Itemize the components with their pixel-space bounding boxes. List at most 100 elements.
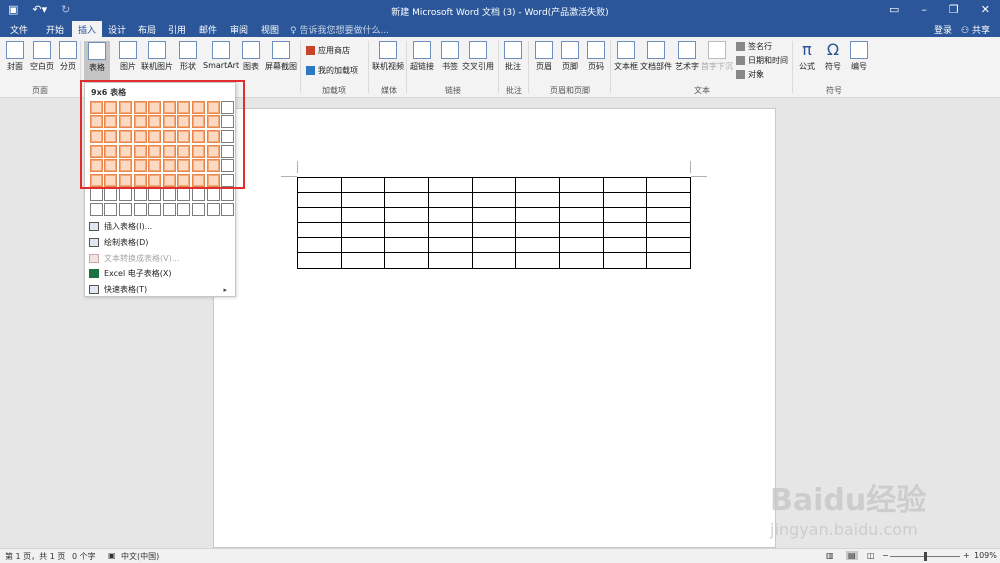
table-cell[interactable] [602, 192, 648, 209]
zoom-in-button[interactable]: + [963, 551, 970, 560]
grid-cell[interactable] [133, 188, 147, 202]
table-cell[interactable] [297, 207, 342, 224]
table-cell[interactable] [340, 252, 386, 269]
menu-draw-table[interactable]: 绘制表格(D) [89, 237, 148, 248]
table-cell[interactable] [471, 222, 517, 239]
chart-button[interactable]: 图表 [242, 41, 260, 72]
date-time-button[interactable]: 日期和时间 [736, 55, 788, 66]
document-table[interactable] [297, 176, 691, 269]
table-cell[interactable] [297, 176, 342, 194]
shapes-button[interactable]: 形状 [179, 41, 197, 72]
restore-icon[interactable]: ❐ [949, 3, 959, 16]
table-cell[interactable] [515, 222, 560, 239]
bookmark-button[interactable]: 书签 [441, 41, 459, 72]
tab-view[interactable]: 视图 [261, 23, 279, 36]
zoom-slider-thumb[interactable] [924, 552, 927, 561]
blank-page-button[interactable]: 空白页 [30, 41, 54, 72]
my-addins-button[interactable]: 我的加载项 [306, 65, 358, 76]
table-cell[interactable] [297, 237, 342, 254]
store-button[interactable]: 应用商店 [306, 45, 350, 56]
screenshot-button[interactable]: 屏幕截图 [265, 41, 297, 72]
number-button[interactable]: 编号 [850, 41, 868, 72]
grid-cell[interactable] [148, 188, 162, 202]
table-cell[interactable] [297, 222, 342, 239]
read-mode-icon[interactable]: ▥ [826, 551, 834, 560]
cross-reference-button[interactable]: 交叉引用 [462, 41, 494, 72]
hyperlink-button[interactable]: 超链接 [410, 41, 434, 72]
grid-cell[interactable] [133, 202, 147, 216]
table-cell[interactable] [602, 207, 648, 224]
grid-cell[interactable] [89, 202, 103, 216]
zoom-level[interactable]: 109% [974, 551, 997, 560]
grid-cell[interactable] [191, 188, 205, 202]
grid-cell[interactable] [221, 202, 235, 216]
table-cell[interactable] [384, 207, 429, 224]
table-cell[interactable] [558, 237, 604, 254]
grid-cell[interactable] [221, 188, 235, 202]
header-button[interactable]: 页眉 [535, 41, 553, 72]
smartart-button[interactable]: SmartArt [203, 41, 239, 70]
pictures-button[interactable]: 图片 [119, 41, 137, 72]
proofing-icon[interactable]: ▣ [108, 551, 116, 560]
grid-cell[interactable] [191, 202, 205, 216]
document-page[interactable] [213, 108, 776, 548]
page-count[interactable]: 第 1 页，共 1 页 [5, 551, 65, 562]
print-layout-icon[interactable]: ▤ [846, 551, 858, 560]
table-cell[interactable] [427, 192, 473, 209]
table-cell[interactable] [646, 207, 691, 224]
language[interactable]: 中文(中国) [121, 551, 159, 562]
share-button[interactable]: ⚇ 共享 [961, 23, 990, 36]
table-cell[interactable] [471, 237, 517, 254]
cover-page-button[interactable]: 封面 [6, 41, 24, 72]
close-icon[interactable]: ✕ [981, 3, 990, 16]
grid-cell[interactable] [104, 188, 118, 202]
table-cell[interactable] [471, 176, 517, 194]
tab-insert[interactable]: 插入 [72, 21, 103, 37]
table-cell[interactable] [602, 222, 648, 239]
grid-cell[interactable] [206, 188, 220, 202]
signature-line-button[interactable]: 签名行 [736, 41, 772, 52]
menu-quick-tables[interactable]: 快速表格(T) ▸ [89, 284, 233, 295]
tab-references[interactable]: 引用 [168, 23, 186, 36]
grid-cell[interactable] [89, 188, 103, 202]
table-cell[interactable] [427, 176, 473, 194]
grid-cell[interactable] [162, 188, 176, 202]
tab-mailings[interactable]: 邮件 [199, 23, 217, 36]
tab-design[interactable]: 设计 [108, 23, 126, 36]
table-cell[interactable] [602, 252, 648, 269]
table-cell[interactable] [646, 176, 691, 194]
table-cell[interactable] [515, 252, 560, 269]
grid-cell[interactable] [148, 202, 162, 216]
object-button[interactable]: 对象 [736, 69, 764, 80]
table-cell[interactable] [427, 207, 473, 224]
tab-layout[interactable]: 布局 [138, 23, 156, 36]
table-cell[interactable] [297, 252, 342, 269]
table-cell[interactable] [646, 252, 691, 269]
table-cell[interactable] [384, 222, 429, 239]
symbol-button[interactable]: Ω 符号 [824, 41, 842, 72]
table-cell[interactable] [646, 237, 691, 254]
table-cell[interactable] [558, 176, 604, 194]
table-cell[interactable] [427, 237, 473, 254]
tell-me-box[interactable]: ♀ 告诉我您想要做什么... [290, 23, 389, 36]
table-cell[interactable] [427, 222, 473, 239]
table-cell[interactable] [340, 222, 386, 239]
equation-button[interactable]: π 公式 [798, 41, 816, 72]
word-count[interactable]: 0 个字 [72, 551, 96, 562]
quick-parts-button[interactable]: 文档部件 [640, 41, 672, 72]
table-cell[interactable] [558, 207, 604, 224]
grid-cell[interactable] [118, 202, 132, 216]
table-cell[interactable] [646, 192, 691, 209]
drop-cap-button[interactable]: 首字下沉 [701, 41, 733, 72]
grid-cell[interactable] [104, 202, 118, 216]
table-cell[interactable] [515, 207, 560, 224]
footer-button[interactable]: 页脚 [561, 41, 579, 72]
grid-cell[interactable] [162, 202, 176, 216]
grid-cell[interactable] [177, 202, 191, 216]
menu-excel-spreadsheet[interactable]: Excel 电子表格(X) [89, 268, 171, 279]
zoom-out-button[interactable]: − [882, 551, 889, 560]
grid-cell[interactable] [206, 202, 220, 216]
table-cell[interactable] [515, 176, 560, 194]
web-layout-icon[interactable]: ◫ [867, 551, 875, 560]
grid-cell[interactable] [118, 188, 132, 202]
